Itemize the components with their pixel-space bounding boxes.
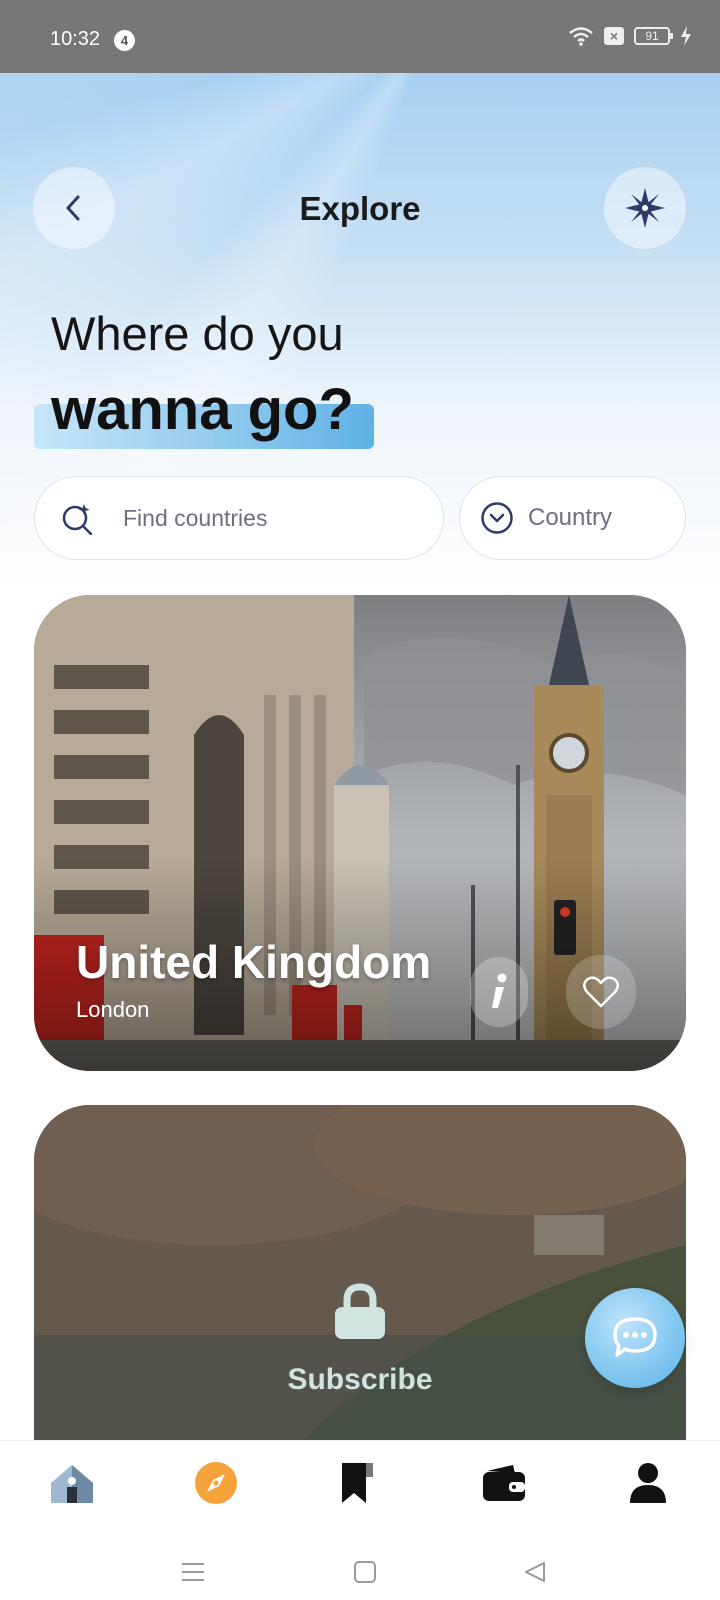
search-sparkle-icon: [62, 504, 93, 535]
chat-bubble-icon: [613, 1317, 657, 1357]
search-bar[interactable]: [34, 476, 444, 560]
nav-explore[interactable]: [186, 1453, 246, 1513]
wifi-icon: [569, 27, 593, 46]
charging-icon: [681, 26, 691, 46]
heart-icon: [583, 976, 619, 1008]
headline-line2: wanna go?: [51, 377, 354, 442]
chevron-down-circle-icon: [481, 502, 513, 534]
search-input[interactable]: [123, 504, 403, 532]
favorite-button[interactable]: [566, 955, 636, 1029]
system-menu-button[interactable]: [173, 1552, 213, 1592]
status-icons: × 91: [568, 26, 692, 46]
nav-profile[interactable]: [618, 1453, 678, 1513]
compass-star-icon: [625, 188, 665, 228]
info-icon: [492, 973, 507, 1008]
system-navigation-bar: [0, 1530, 720, 1600]
card-city-name: London: [76, 997, 150, 1022]
country-dropdown-label: Country: [528, 504, 613, 531]
status-bar: 10:32 4 × 91: [0, 0, 720, 73]
square-icon: [354, 1561, 376, 1583]
info-button[interactable]: [470, 957, 528, 1027]
chat-button[interactable]: [585, 1288, 685, 1388]
lock-icon: [335, 1283, 385, 1339]
card-country-name: United Kingdom: [76, 936, 432, 988]
compass-button[interactable]: [604, 167, 686, 249]
destination-card[interactable]: United Kingdom London: [34, 595, 686, 1071]
menu-lines-icon: [182, 1563, 204, 1581]
profile-icon: [630, 1463, 666, 1503]
sim-off-icon: ×: [604, 27, 624, 45]
bottom-navigation: [0, 1440, 720, 1530]
system-home-button[interactable]: [345, 1552, 385, 1592]
headline-line1: Where do you: [51, 307, 344, 360]
status-time: 10:32: [50, 28, 101, 50]
home-icon: [51, 1465, 93, 1503]
triangle-back-icon: [525, 1562, 545, 1582]
country-dropdown[interactable]: Country: [459, 476, 686, 560]
nav-wallet[interactable]: [474, 1453, 534, 1513]
notification-badge: 4: [114, 30, 135, 51]
bookmark-icon: [342, 1463, 373, 1503]
system-back-button[interactable]: [515, 1552, 555, 1592]
nav-bookmarks[interactable]: [326, 1453, 386, 1513]
battery-icon: 91: [634, 27, 673, 45]
subscribe-label[interactable]: Subscribe: [34, 1363, 686, 1397]
explore-compass-icon: [195, 1462, 237, 1504]
wallet-icon: [483, 1465, 525, 1501]
nav-home[interactable]: [42, 1453, 102, 1513]
